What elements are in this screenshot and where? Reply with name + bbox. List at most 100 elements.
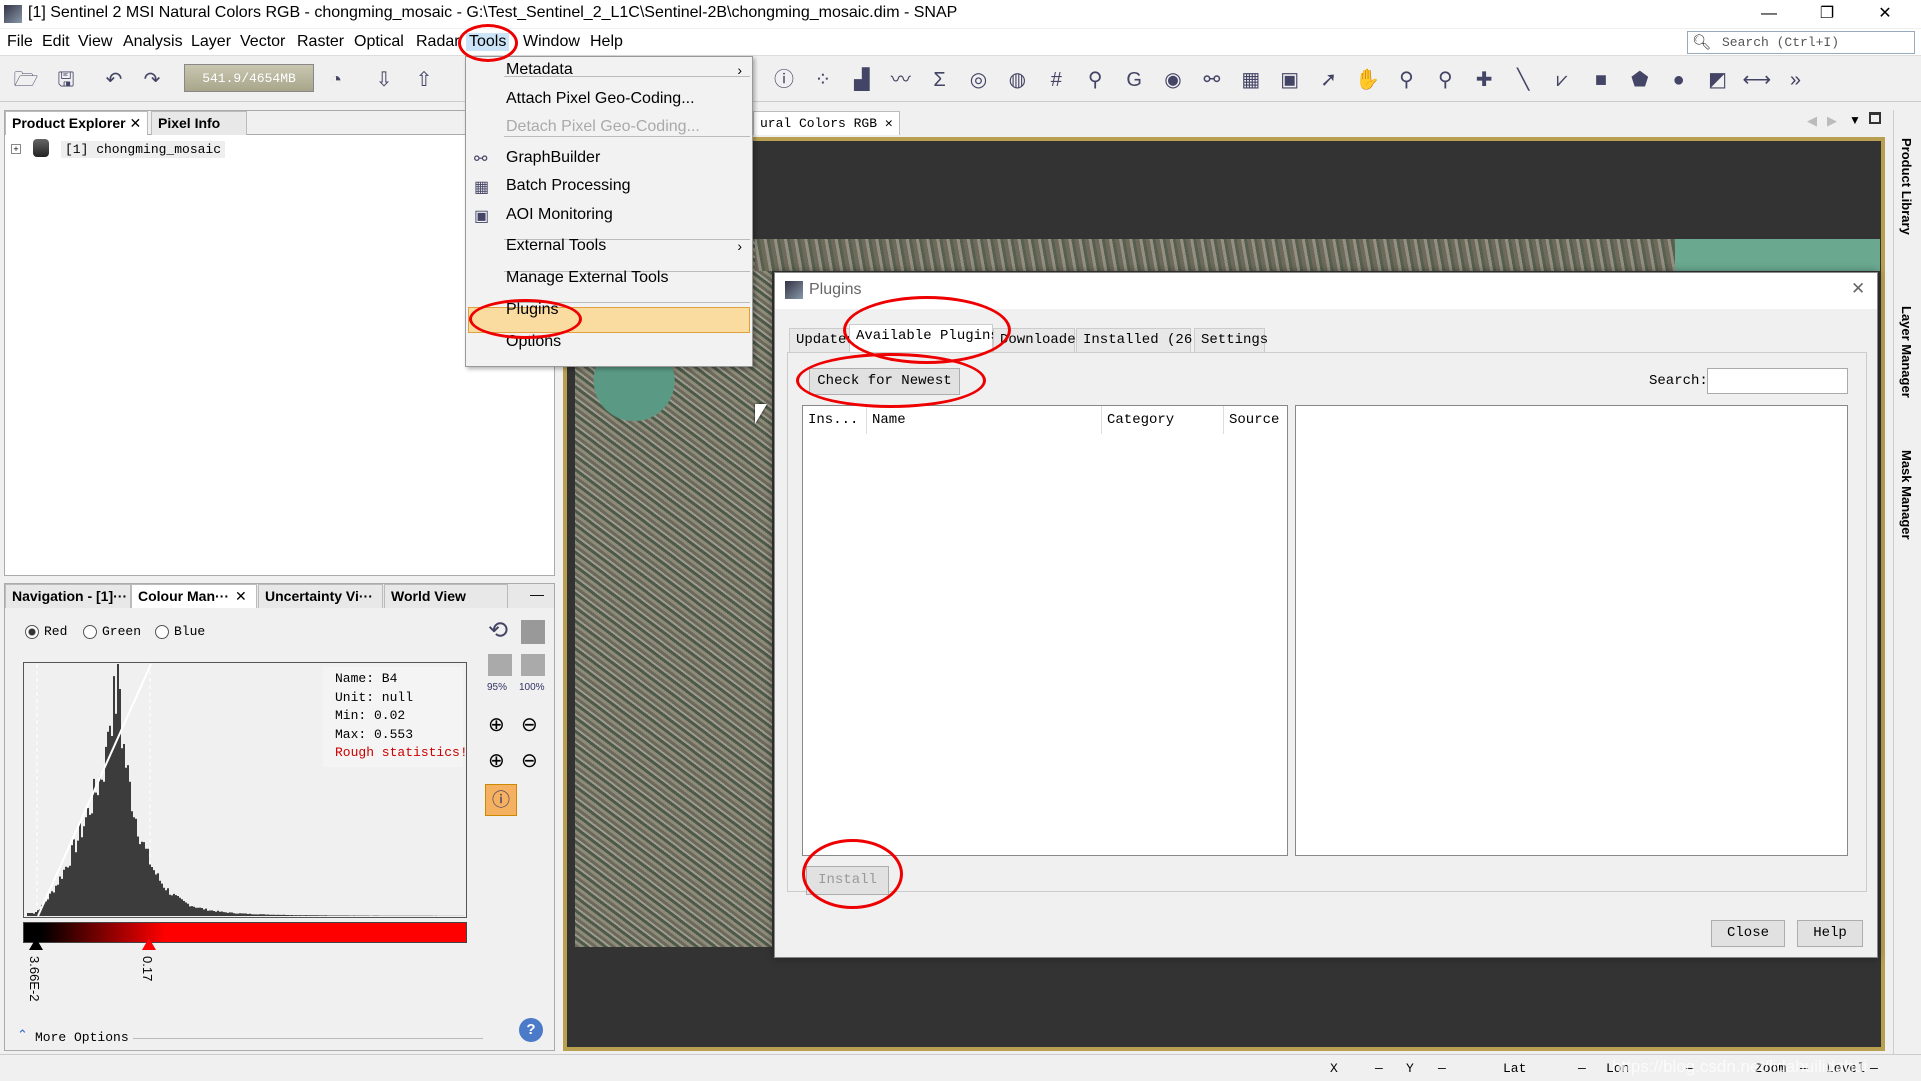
- import-icon[interactable]: [488, 654, 512, 676]
- memory-indicator[interactable]: 541.9/4654MB: [184, 64, 314, 92]
- statistics-sigma-icon[interactable]: Σ: [926, 66, 954, 94]
- export-icon[interactable]: ⇧: [410, 66, 438, 94]
- menu-edit[interactable]: Edit: [39, 33, 73, 51]
- minimize-panel-button[interactable]: —: [530, 586, 544, 602]
- tab-world-view[interactable]: World View: [384, 584, 508, 608]
- radio-green[interactable]: Green: [83, 624, 141, 639]
- close-icon[interactable]: ✕: [885, 116, 893, 131]
- tree-item-product[interactable]: [1] chongming_mosaic: [61, 141, 226, 158]
- tab-navigation[interactable]: Navigation - [1]···: [5, 584, 131, 608]
- reset-icon[interactable]: ⟲: [488, 616, 508, 645]
- menu-window[interactable]: Window: [520, 33, 583, 51]
- tab-installed[interactable]: Installed (26): [1076, 328, 1201, 352]
- tab-settings[interactable]: Settings: [1194, 328, 1268, 352]
- profile-plot-icon[interactable]: 〰: [887, 66, 915, 94]
- install-button[interactable]: Install: [806, 866, 889, 895]
- open-product-icon[interactable]: 🗁: [12, 66, 40, 94]
- close-icon[interactable]: ✕: [235, 588, 247, 604]
- export-icon[interactable]: [521, 654, 545, 676]
- ellipse-drawing-icon[interactable]: ●: [1665, 66, 1693, 94]
- radio-red[interactable]: Red: [25, 624, 67, 639]
- min-slider-handle[interactable]: [29, 938, 43, 950]
- menu-item-plugins[interactable]: Plugins: [506, 301, 558, 319]
- menu-raster[interactable]: Raster: [294, 33, 347, 51]
- help-icon[interactable]: ?: [519, 1018, 543, 1042]
- menu-item-external-tools[interactable]: External Tools: [506, 237, 606, 255]
- radio-button[interactable]: [83, 624, 97, 639]
- graticule-icon[interactable]: #: [1042, 66, 1070, 94]
- dropdown-icon[interactable]: ▼: [1849, 113, 1861, 127]
- menu-item-graphbuilder[interactable]: GraphBuilder: [506, 149, 600, 167]
- pin-icon[interactable]: ⚲: [1081, 66, 1109, 94]
- menu-view[interactable]: View: [75, 33, 115, 51]
- help-button[interactable]: Help: [1797, 920, 1863, 947]
- collapse-icon[interactable]: ⌃: [17, 1027, 28, 1043]
- zoom-out-horizontal-icon[interactable]: ⊖: [521, 748, 538, 773]
- zoom-in-horizontal-icon[interactable]: ⊕: [488, 748, 505, 773]
- column-header-source[interactable]: Source: [1224, 406, 1289, 434]
- overlay-icon[interactable]: ◉: [1159, 66, 1187, 94]
- info-icon[interactable]: ⓘ: [770, 66, 798, 94]
- line-drawing-icon[interactable]: ╲: [1509, 66, 1537, 94]
- plugin-search-input[interactable]: [1707, 368, 1848, 394]
- more-options-toggle[interactable]: More Options: [35, 1030, 129, 1045]
- menu-vector[interactable]: Vector: [237, 33, 288, 51]
- rectangle-drawing-icon[interactable]: ■: [1587, 66, 1615, 94]
- restore-button[interactable]: ❐: [1804, 2, 1850, 26]
- more-icon[interactable]: »: [1781, 66, 1809, 94]
- gc-icon[interactable]: ◔: [322, 66, 350, 94]
- close-window-button[interactable]: ✕: [1862, 2, 1908, 26]
- new-vector-icon[interactable]: ◩: [1704, 66, 1732, 94]
- gcp-icon[interactable]: G: [1120, 66, 1148, 94]
- graph-builder-icon[interactable]: ⚯: [1198, 66, 1226, 94]
- scroll-left-icon[interactable]: ◀: [1807, 113, 1817, 129]
- scroll-right-icon[interactable]: ▶: [1827, 113, 1837, 129]
- radio-button[interactable]: [155, 624, 169, 639]
- scatter-plot-icon[interactable]: ⁘: [809, 66, 837, 94]
- radio-blue[interactable]: Blue: [155, 624, 205, 639]
- maximize-icon[interactable]: [1869, 112, 1881, 124]
- tab-available-plugins[interactable]: Available Plugins: [849, 324, 999, 352]
- vector-eye-icon[interactable]: ◍: [1003, 66, 1031, 94]
- menu-optical[interactable]: Optical: [351, 33, 407, 51]
- column-header-installed[interactable]: Ins...: [803, 406, 867, 434]
- menu-item-attach-pixel-geo-coding[interactable]: Attach Pixel Geo-Coding...: [506, 90, 695, 108]
- search-input[interactable]: 🔍︎ Search (Ctrl+I): [1687, 31, 1915, 54]
- select-tool-icon[interactable]: ➚: [1315, 66, 1343, 94]
- column-header-name[interactable]: Name: [867, 406, 1102, 434]
- mask-eye-icon[interactable]: ◎: [965, 66, 993, 94]
- menu-item-aoi-monitoring[interactable]: AOI Monitoring: [506, 206, 613, 224]
- menu-help[interactable]: Help: [587, 33, 626, 51]
- percent-95-button[interactable]: 95%: [487, 682, 507, 693]
- multi-apply-icon[interactable]: [521, 620, 545, 644]
- minimize-button[interactable]: —: [1746, 2, 1792, 26]
- zoom-out-vertical-icon[interactable]: ⊖: [521, 712, 538, 737]
- menu-item-manage-external-tools[interactable]: Manage External Tools: [506, 269, 668, 287]
- radio-button[interactable]: [25, 624, 39, 639]
- column-header-category[interactable]: Category: [1102, 406, 1224, 434]
- tab-uncertainty-visualisation[interactable]: Uncertainty Vi···: [258, 584, 383, 608]
- tab-updates[interactable]: Updates: [789, 328, 855, 352]
- sidebar-product-library[interactable]: Product Library: [1899, 138, 1914, 235]
- menu-item-batch-processing[interactable]: Batch Processing: [506, 177, 631, 195]
- pan-tool-icon[interactable]: ✋: [1354, 66, 1382, 94]
- tab-product-explorer[interactable]: Product Explorer ✕: [5, 111, 149, 135]
- histogram-icon[interactable]: ▟: [848, 66, 876, 94]
- pin-placing-icon[interactable]: ⚲: [1431, 66, 1459, 94]
- menu-file[interactable]: File: [4, 33, 36, 51]
- sidebar-mask-manager[interactable]: Mask Manager: [1899, 450, 1914, 540]
- tab-colour-manipulation[interactable]: Colour Man··· ✕: [131, 584, 257, 608]
- range-finder-icon[interactable]: ⟷: [1743, 66, 1772, 94]
- batch-processing-icon[interactable]: ▦: [1237, 66, 1265, 94]
- zoom-tool-icon[interactable]: ⚲: [1392, 66, 1420, 94]
- menu-tools[interactable]: Tools: [466, 33, 510, 51]
- close-button[interactable]: Close: [1711, 920, 1785, 947]
- undo-icon[interactable]: ↶: [100, 66, 128, 94]
- percent-100-button[interactable]: 100%: [519, 682, 545, 693]
- close-dialog-button[interactable]: ✕: [1851, 279, 1865, 299]
- menu-item-options[interactable]: Options: [506, 333, 561, 351]
- expand-icon[interactable]: +: [11, 144, 21, 154]
- redo-icon[interactable]: ↷: [138, 66, 166, 94]
- polygon-drawing-icon[interactable]: ⬟: [1626, 66, 1654, 94]
- save-product-icon[interactable]: 🖫: [52, 66, 80, 94]
